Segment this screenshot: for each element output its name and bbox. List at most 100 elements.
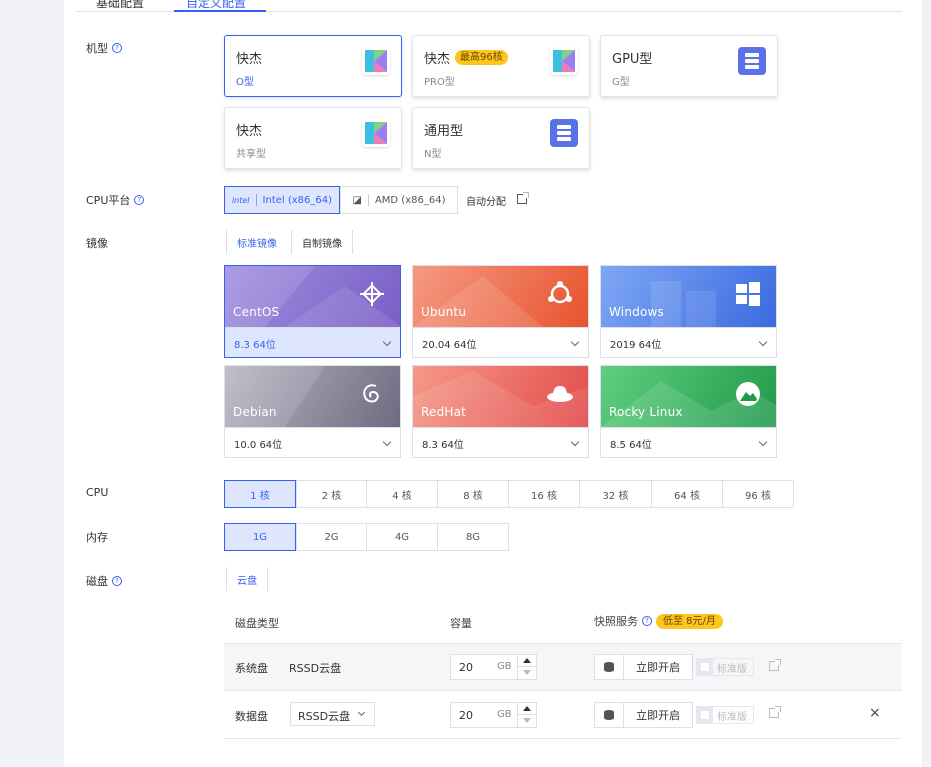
disk-type: RSSD云盘 bbox=[289, 662, 342, 675]
memory-option-8g[interactable]: 8G bbox=[437, 523, 509, 551]
tab-cloud-disk[interactable]: 云盘 bbox=[226, 567, 268, 591]
table-row-data-disk: 数据盘 RSSD云盘 20 GB 立即开启 标准版 × bbox=[224, 691, 902, 739]
max-cores-badge: 最高96核 bbox=[455, 50, 508, 65]
image-label: 镜像 bbox=[86, 237, 108, 250]
help-icon[interactable]: ? bbox=[642, 616, 652, 626]
chevron-down-icon bbox=[382, 337, 392, 347]
help-icon[interactable]: ? bbox=[134, 195, 145, 205]
cpu-option-32[interactable]: 32 核 bbox=[579, 480, 652, 508]
col-snapshot: 快照服务 ? 低至 8元/月 bbox=[594, 613, 723, 629]
model-sub: N型 bbox=[424, 149, 442, 160]
decrement-icon[interactable] bbox=[523, 670, 531, 675]
disk-kind: 数据盘 bbox=[235, 710, 268, 723]
os-version-select: 8.3 64位 bbox=[422, 440, 464, 451]
cpu-platform-amd[interactable]: ◪ AMD (x86_64) bbox=[340, 186, 458, 214]
decrement-icon[interactable] bbox=[523, 718, 531, 723]
os-name: Ubuntu bbox=[421, 305, 467, 319]
active-tab-indicator bbox=[174, 10, 266, 12]
kuaijie-icon bbox=[362, 47, 390, 75]
help-icon[interactable]: ? bbox=[112, 43, 122, 53]
cpu-option-4[interactable]: 4 核 bbox=[366, 480, 438, 508]
debian-logo-icon bbox=[363, 384, 379, 403]
redhat-logo-icon bbox=[547, 386, 573, 402]
centos-logo-icon bbox=[360, 282, 384, 306]
model-sub: 共享型 bbox=[236, 149, 266, 160]
model-label: 机型? bbox=[86, 40, 122, 56]
cpu-option-64[interactable]: 64 核 bbox=[651, 480, 723, 508]
enable-snapshot-button[interactable]: 立即开启 bbox=[594, 702, 693, 728]
os-version-select: 20.04 64位 bbox=[422, 340, 477, 351]
os-card-rocky-linux[interactable]: Rocky Linux 8.5 64位 bbox=[600, 365, 777, 458]
model-title: 快杰 bbox=[424, 52, 451, 67]
os-card-debian[interactable]: Debian 10.0 64位 bbox=[224, 365, 401, 458]
data-disk-type-select[interactable]: RSSD云盘 bbox=[290, 702, 375, 726]
chevron-down-icon bbox=[758, 337, 768, 347]
os-version-select: 2019 64位 bbox=[610, 340, 662, 351]
system-disk-size-stepper[interactable]: 20 GB bbox=[450, 654, 537, 680]
windows-logo-icon bbox=[736, 282, 760, 306]
ubuntu-logo-icon bbox=[548, 281, 572, 304]
external-link-icon[interactable] bbox=[769, 706, 781, 718]
model-title: GPU型 bbox=[612, 52, 653, 67]
auto-assign-label: 自动分配 bbox=[466, 197, 506, 208]
os-name: Windows bbox=[609, 305, 664, 319]
os-card-centos[interactable]: CentOS 8.3 64位 bbox=[224, 265, 401, 358]
snapshot-icon bbox=[595, 655, 624, 679]
col-disk-type: 磁盘类型 bbox=[235, 617, 279, 630]
kuaijie-icon bbox=[550, 47, 578, 75]
model-sub: G型 bbox=[612, 77, 630, 88]
os-version-select: 10.0 64位 bbox=[234, 440, 283, 451]
os-name: RedHat bbox=[421, 405, 467, 419]
disk-label: 磁盘? bbox=[86, 573, 122, 589]
enable-snapshot-button[interactable]: 立即开启 bbox=[594, 654, 693, 680]
cpu-option-96[interactable]: 96 核 bbox=[722, 480, 794, 508]
standard-edition-checkbox[interactable]: 标准版 bbox=[696, 658, 754, 676]
os-name: CentOS bbox=[233, 305, 280, 319]
memory-option-1g[interactable]: 1G bbox=[224, 523, 296, 551]
memory-option-2g[interactable]: 2G bbox=[296, 523, 367, 551]
model-card-general[interactable]: 通用型 N型 bbox=[412, 107, 590, 169]
model-card-kuaijie-pro[interactable]: 快杰 最高96核 PRO型 bbox=[412, 35, 590, 97]
cpu-option-16[interactable]: 16 核 bbox=[508, 480, 580, 508]
cpu-platform-label: CPU平台? bbox=[86, 192, 145, 208]
model-title: 快杰 bbox=[236, 52, 263, 67]
os-card-redhat[interactable]: RedHat 8.3 64位 bbox=[412, 365, 589, 458]
model-card-kuaijie-shared[interactable]: 快杰 共享型 bbox=[224, 107, 402, 169]
snapshot-price-badge: 低至 8元/月 bbox=[656, 613, 723, 629]
cpu-label: CPU bbox=[86, 486, 109, 499]
memory-option-4g[interactable]: 4G bbox=[366, 523, 438, 551]
help-icon[interactable]: ? bbox=[112, 576, 122, 586]
external-link-icon[interactable] bbox=[517, 192, 529, 204]
cpu-option-8[interactable]: 8 核 bbox=[437, 480, 509, 508]
col-capacity: 容量 bbox=[450, 617, 472, 630]
os-card-windows[interactable]: Windows 2019 64位 bbox=[600, 265, 777, 358]
table-row-system-disk: 系统盘 RSSD云盘 20 GB 立即开启 标准版 bbox=[224, 643, 902, 691]
server-icon bbox=[550, 119, 578, 147]
cpu-option-2[interactable]: 2 核 bbox=[296, 480, 367, 508]
model-title: 快杰 bbox=[236, 124, 263, 139]
chevron-down-icon bbox=[382, 437, 392, 447]
os-card-ubuntu[interactable]: Ubuntu 20.04 64位 bbox=[412, 265, 589, 358]
external-link-icon[interactable] bbox=[769, 659, 781, 671]
model-card-kuaijie-o[interactable]: 快杰 O型 bbox=[224, 35, 402, 97]
data-disk-size-stepper[interactable]: 20 GB bbox=[450, 702, 537, 728]
os-version-select: 8.5 64位 bbox=[610, 440, 652, 451]
remove-disk-button[interactable]: × bbox=[869, 705, 881, 721]
rocky-linux-logo-icon bbox=[736, 382, 760, 406]
os-version-select: 8.3 64位 bbox=[234, 340, 276, 351]
os-name: Rocky Linux bbox=[609, 405, 683, 419]
kuaijie-icon bbox=[362, 119, 390, 147]
chevron-down-icon bbox=[570, 337, 580, 347]
server-icon bbox=[738, 47, 766, 75]
tab-basic-config[interactable]: 基础配置 bbox=[96, 0, 144, 11]
standard-edition-checkbox[interactable]: 标准版 bbox=[696, 706, 754, 724]
tab-custom-image[interactable]: 自制镜像 bbox=[291, 230, 353, 254]
model-card-gpu[interactable]: GPU型 G型 bbox=[600, 35, 778, 97]
model-sub: PRO型 bbox=[424, 77, 455, 88]
increment-icon[interactable] bbox=[523, 706, 531, 711]
cpu-option-1[interactable]: 1 核 bbox=[224, 480, 296, 508]
increment-icon[interactable] bbox=[523, 658, 531, 663]
cpu-platform-intel[interactable]: intel Intel (x86_64) bbox=[224, 186, 340, 214]
chevron-down-icon bbox=[758, 437, 768, 447]
tab-standard-image[interactable]: 标准镜像 bbox=[226, 230, 287, 254]
